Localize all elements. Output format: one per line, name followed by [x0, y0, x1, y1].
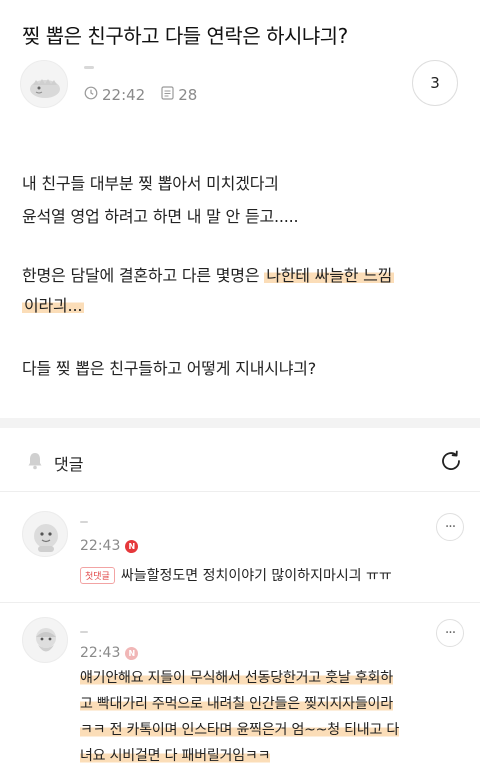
character-avatar-icon — [34, 524, 58, 552]
post-body-line-2: 윤석열 영업 하려고 하면 내 말 안 듣고..... — [22, 207, 299, 226]
post-views: 28 — [178, 86, 198, 104]
post-body-line-3a: 한명은 담달에 결혼하고 다른 몇명은 — [22, 266, 265, 285]
section-divider — [0, 418, 480, 428]
refresh-icon[interactable] — [438, 448, 464, 474]
post-body-highlight-2: 이라긔... — [22, 296, 85, 315]
post-body-line-4: 이라긔... — [22, 292, 85, 316]
document-icon — [161, 86, 174, 104]
comment-author-placeholder — [80, 631, 88, 633]
author-avatar[interactable] — [20, 60, 68, 108]
clock-icon — [84, 86, 98, 104]
comments-label: 댓글 — [54, 455, 84, 474]
post-body-highlight-1: 나한테 싸늘한 느낌 — [264, 266, 395, 285]
comment-time: 22:43 — [80, 645, 121, 661]
comments-header: 댓글 — [0, 428, 480, 492]
new-badge: N — [125, 539, 139, 553]
more-icon[interactable]: ··· — [436, 619, 464, 647]
post-body-line-1: 내 친구들 대부분 찢 뽑아서 미치겠다긔 — [22, 174, 279, 193]
post-body-line-5: 다들 찢 뽑은 친구들하고 어떻게 지내시냐긔? — [22, 359, 317, 378]
bell-icon[interactable] — [24, 450, 46, 472]
comment-avatar[interactable] — [22, 617, 68, 663]
comment-text-line-2: 고 빡대가리 주먹으로 내려칠 인간들은 찢지지자들이라 — [80, 696, 393, 712]
new-badge: N — [125, 646, 139, 660]
more-icon[interactable]: ··· — [436, 513, 464, 541]
post-title: 찢 뽑은 친구하고 다들 연락은 하시냐긔? — [22, 24, 348, 48]
comment-time-row: 22:43 N — [80, 645, 139, 661]
post-time: 22:42 — [102, 86, 146, 104]
comment-author-placeholder — [80, 521, 88, 523]
author-name-placeholder — [84, 66, 94, 69]
comment-text-line-1: 얘기안해요 지들이 무식해서 선동당한거고 훗날 후회하 — [80, 670, 393, 686]
post-meta: 22:42 28 — [84, 86, 197, 104]
comment-time-row: 22:43 N — [80, 538, 139, 554]
post-body-line-3: 한명은 담달에 결혼하고 다른 몇명은 나한테 싸늘한 느낌 — [22, 262, 395, 286]
comment-text-row: 첫댓글 싸늘할정도면 정치이야기 많이하지마시긔 ㅠㅠ — [80, 565, 392, 585]
grandpa-avatar-icon — [36, 628, 56, 652]
comment-count-button[interactable]: 3 — [412, 60, 458, 106]
first-comment-badge: 첫댓글 — [80, 566, 115, 584]
comment-text-line-3: ㅋㅋ 전 카톡이며 인스타며 윤찍은거 엄~~청 티내고 다 — [80, 722, 400, 738]
comment-avatar[interactable] — [22, 511, 68, 557]
comment-time: 22:43 — [80, 538, 121, 554]
comment-item: 22:43 N ··· 얘기안해요 지들이 무식해서 선동당한거고 훗날 후회하… — [0, 603, 480, 774]
comment-text: 싸늘할정도면 정치이야기 많이하지마시긔 ㅠㅠ — [120, 568, 392, 584]
dinosaur-avatar-icon — [30, 79, 60, 98]
comment-item: 22:43 N ··· 첫댓글 싸늘할정도면 정치이야기 많이하지마시긔 ㅠㅠ — [0, 505, 480, 603]
comment-text-line-4: 녀요 시비걸면 다 패버릴거임ㅋㅋ — [80, 748, 271, 764]
